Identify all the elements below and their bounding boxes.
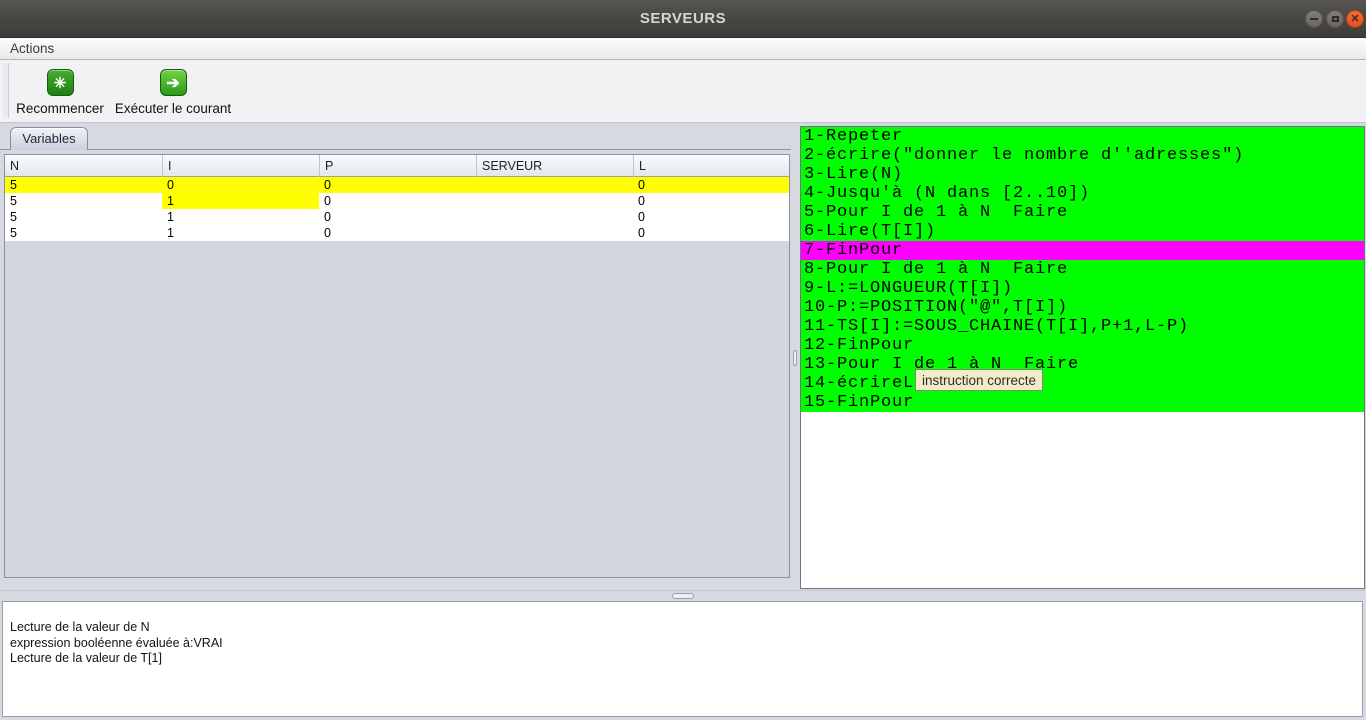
minimize-button[interactable]	[1305, 10, 1323, 28]
table-cell[interactable]	[476, 225, 633, 241]
log-line: Lecture de la valeur de N	[10, 620, 150, 634]
code-line[interactable]: 8-Pour I de 1 à N Faire	[801, 260, 1364, 279]
column-header-n[interactable]: N	[5, 155, 162, 177]
close-icon: ✕	[1350, 12, 1360, 25]
table-cell[interactable]: 0	[319, 193, 476, 209]
table-cell[interactable]: 5	[5, 225, 162, 241]
code-line[interactable]: 14-écrireL	[801, 374, 1364, 393]
horizontal-split-divider[interactable]	[0, 590, 1366, 601]
table-cell[interactable]: 1	[162, 209, 319, 225]
column-header-i[interactable]: I	[162, 155, 319, 177]
execute-button-label: Exécuter le courant	[114, 101, 232, 116]
code-line[interactable]: 7-FinPour	[801, 241, 1364, 260]
maximize-button[interactable]	[1326, 10, 1344, 28]
code-line[interactable]: 13-Pour I de 1 à N Faire	[801, 355, 1364, 374]
column-header-p[interactable]: P	[319, 155, 476, 177]
code-line[interactable]: 1-Repeter	[801, 127, 1364, 146]
table-row[interactable]: 5 1 0 0	[5, 193, 789, 209]
code-line[interactable]: 5-Pour I de 1 à N Faire	[801, 203, 1364, 222]
table-cell[interactable]: 5	[5, 177, 162, 193]
code-line[interactable]: 12-FinPour	[801, 336, 1364, 355]
table-cell[interactable]	[476, 209, 633, 225]
algorithm-panel: 1-Repeter 2-écrire("donner le nombre d''…	[800, 126, 1365, 589]
application-window: SERVEURS ✕ Actions ✳ Recommencer ➔ Exécu…	[0, 0, 1366, 720]
code-line[interactable]: 9-L:=LONGUEUR(T[I])	[801, 279, 1364, 298]
table-empty-area	[5, 241, 789, 577]
close-button[interactable]: ✕	[1346, 10, 1364, 28]
window-title: SERVEURS	[639, 10, 727, 27]
table-cell[interactable]: 0	[633, 225, 789, 241]
table-cell[interactable]: 0	[633, 209, 789, 225]
menu-bar: Actions	[0, 38, 1366, 60]
restart-button[interactable]: ✳ Recommencer	[8, 62, 112, 116]
table-cell[interactable]: 0	[633, 193, 789, 209]
table-cell[interactable]: 0	[319, 177, 476, 193]
table-cell[interactable]: 0	[319, 209, 476, 225]
vertical-split-divider[interactable]	[791, 126, 800, 588]
run-arrow-icon: ➔	[159, 69, 187, 96]
menu-actions[interactable]: Actions	[10, 38, 54, 59]
log-line: expression booléenne évaluée à:VRAI	[10, 635, 223, 650]
title-bar: SERVEURS ✕	[0, 0, 1366, 38]
instruction-tooltip: instruction correcte	[915, 369, 1044, 391]
code-line[interactable]: 10-P:=POSITION("@",T[I])	[801, 298, 1364, 317]
execution-log-text: Lecture de la valeur de N expression boo…	[3, 602, 1362, 667]
column-header-l[interactable]: L	[633, 155, 789, 177]
table-cell[interactable]: 0	[162, 177, 319, 193]
execution-log-panel: Lecture de la valeur de N expression boo…	[2, 601, 1363, 717]
table-row[interactable]: 5 1 0 0	[5, 225, 789, 241]
table-cell[interactable]: 0	[319, 225, 476, 241]
column-header-serveur[interactable]: SERVEUR	[476, 155, 633, 177]
algorithm-listing: 1-Repeter 2-écrire("donner le nombre d''…	[801, 127, 1364, 412]
vertical-divider-grip-icon[interactable]	[793, 350, 797, 366]
maximize-icon	[1331, 16, 1339, 22]
table-cell[interactable]: 5	[5, 193, 162, 209]
code-line[interactable]: 11-TS[I]:=SOUS_CHAINE(T[I],P+1,L-P)	[801, 317, 1364, 336]
table-cell[interactable]	[476, 177, 633, 193]
minimize-icon	[1310, 18, 1318, 20]
table-header-row: N I P SERVEUR L	[5, 155, 789, 177]
table-row[interactable]: 5 0 0 0	[5, 177, 789, 193]
tab-baseline	[0, 149, 795, 150]
tab-variables[interactable]: Variables	[10, 127, 88, 150]
table-cell[interactable]	[476, 193, 633, 209]
code-line[interactable]: 3-Lire(N)	[801, 165, 1364, 184]
toolbar: ✳ Recommencer ➔ Exécuter le courant	[0, 60, 1366, 123]
code-line[interactable]: 15-FinPour	[801, 393, 1364, 412]
table-cell[interactable]: 1	[162, 225, 319, 241]
table-cell[interactable]: 5	[5, 209, 162, 225]
restart-burst-icon: ✳	[46, 69, 74, 96]
horizontal-divider-grip-icon[interactable]	[672, 593, 694, 599]
code-line[interactable]: 4-Jusqu'à (N dans [2..10])	[801, 184, 1364, 203]
variables-table: N I P SERVEUR L 5 0 0 0 5 1 0 0 5 1 0 0 …	[4, 154, 790, 578]
restart-button-label: Recommencer	[16, 101, 104, 116]
table-cell[interactable]: 0	[633, 177, 789, 193]
code-line[interactable]: 6-Lire(T[I])	[801, 222, 1364, 241]
table-cell[interactable]: 1	[162, 193, 319, 209]
log-line: Lecture de la valeur de T[1]	[10, 651, 162, 665]
code-line[interactable]: 2-écrire("donner le nombre d''adresses")	[801, 146, 1364, 165]
main-area: Variables N I P SERVEUR L 5 0 0 0 5 1 0	[0, 123, 1366, 590]
execute-current-button[interactable]: ➔ Exécuter le courant	[110, 62, 236, 116]
table-row[interactable]: 5 1 0 0	[5, 209, 789, 225]
